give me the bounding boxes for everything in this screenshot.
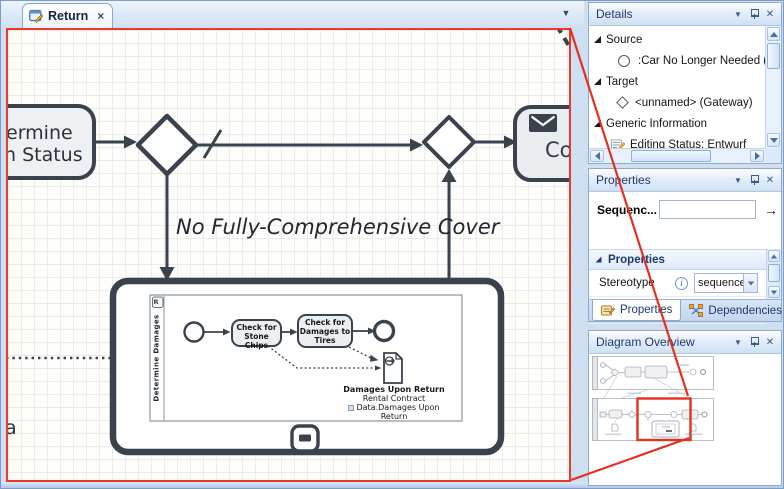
sequence-name-input[interactable] bbox=[659, 200, 756, 219]
properties-tab-icon bbox=[601, 304, 615, 317]
sequence-flow-default[interactable] bbox=[196, 130, 423, 158]
diagram-canvas[interactable]: ermine n Status No Fully-Comprehensive C… bbox=[6, 28, 571, 482]
tab-dependencies[interactable]: Dependencies bbox=[681, 300, 784, 321]
properties-close-icon[interactable]: ✕ bbox=[762, 173, 778, 188]
diagram-tab-icon bbox=[29, 9, 43, 23]
sequence-flow-1[interactable] bbox=[94, 136, 137, 149]
scrollbar-corner bbox=[765, 148, 781, 163]
properties-title-bar[interactable]: Properties ▼ ✕ bbox=[589, 169, 781, 192]
sub-task1-label: Check for Stone Chips bbox=[232, 323, 281, 350]
details-pin-icon[interactable] bbox=[746, 7, 762, 22]
details-panel: Details ▼ ✕ Source :Car No Longer Needed… bbox=[588, 2, 782, 164]
subprocess-lane-label: Determine Damages bbox=[150, 295, 164, 421]
tab-title: Return bbox=[48, 9, 88, 23]
details-section-generic[interactable]: Generic Information bbox=[589, 114, 765, 133]
sub-end-event[interactable] bbox=[375, 322, 394, 341]
clipped-label-fragment: a bbox=[6, 417, 17, 439]
details-horizontal-scrollbar[interactable] bbox=[589, 148, 765, 163]
overview-body[interactable] bbox=[589, 354, 781, 485]
tab-properties[interactable]: Properties bbox=[592, 300, 681, 321]
go-arrow-button[interactable]: → bbox=[764, 202, 778, 218]
overview-title: Diagram Overview bbox=[596, 335, 695, 349]
sequence-field-label: Sequenc... bbox=[597, 203, 653, 217]
subprocess-collapse-marker[interactable] bbox=[292, 426, 318, 451]
task-label-fragment-1: ermine bbox=[6, 122, 73, 144]
dashed-flow-fragment bbox=[557, 30, 569, 56]
details-item-source[interactable]: :Car No Longer Needed (E bbox=[589, 49, 765, 72]
subprocess-determine-damages[interactable] bbox=[113, 281, 501, 452]
properties-title: Properties bbox=[596, 173, 651, 187]
diagram-overview-panel: Diagram Overview ▼ ✕ bbox=[588, 330, 782, 486]
sequence-flow-no-cover[interactable] bbox=[160, 174, 175, 281]
combo-dropdown-icon[interactable] bbox=[743, 274, 757, 292]
overview-menu-icon[interactable]: ▼ bbox=[730, 335, 746, 350]
sub-start-event[interactable] bbox=[185, 323, 204, 342]
event-circle-icon bbox=[618, 55, 630, 67]
sequence-flow-2[interactable] bbox=[474, 136, 517, 149]
tab-return[interactable]: Return × bbox=[22, 3, 113, 28]
scroll-right-button[interactable] bbox=[750, 150, 764, 162]
sub-task2-label: Check for Damages to Tires bbox=[298, 318, 352, 345]
tab-close-icon[interactable]: × bbox=[97, 9, 104, 23]
details-title: Details bbox=[596, 7, 633, 21]
gateway-1[interactable] bbox=[138, 116, 196, 174]
overview-pool-1 bbox=[593, 357, 714, 390]
overview-pool-2 bbox=[593, 399, 714, 441]
properties-pin-icon[interactable] bbox=[746, 173, 762, 188]
tab-overflow-dropdown-icon[interactable]: ▼ bbox=[558, 6, 574, 20]
scroll-up-button[interactable] bbox=[768, 250, 780, 262]
details-section-source[interactable]: Source bbox=[589, 30, 765, 49]
scroll-thumb[interactable] bbox=[768, 264, 780, 282]
task-label-fragment-2: n Status bbox=[6, 144, 83, 166]
details-title-bar[interactable]: Details ▼ ✕ bbox=[589, 3, 781, 26]
gateway-diamond-icon bbox=[616, 96, 629, 109]
scroll-down-button[interactable] bbox=[767, 133, 780, 147]
subprocess-badge-letter: R bbox=[154, 298, 159, 306]
expander-icon[interactable] bbox=[594, 78, 601, 85]
details-section-target[interactable]: Target bbox=[589, 72, 765, 91]
editing-status-icon bbox=[611, 139, 625, 149]
details-tree[interactable]: Source :Car No Longer Needed (E Target <… bbox=[589, 26, 765, 148]
properties-grid: Properties Stereotype i sequence uses Gl… bbox=[589, 249, 766, 299]
properties-bottom-tabs: Properties Dependencies bbox=[589, 299, 781, 321]
flow-condition-label: No Fully-Comprehensive Cover bbox=[176, 215, 499, 239]
scroll-thumb[interactable] bbox=[631, 150, 711, 162]
properties-panel: Properties ▼ ✕ Sequenc... → Properties S… bbox=[588, 168, 782, 322]
details-close-icon[interactable]: ✕ bbox=[762, 7, 778, 22]
overview-thumbnail[interactable] bbox=[592, 355, 717, 443]
overview-pin-icon[interactable] bbox=[746, 335, 762, 350]
scroll-down-button[interactable] bbox=[768, 286, 780, 298]
data-object-labels: Damages Upon Return Rental Contract Data… bbox=[330, 385, 458, 421]
expander-icon[interactable] bbox=[594, 120, 601, 127]
dependencies-tab-icon bbox=[689, 304, 703, 317]
property-row-stereotype[interactable]: Stereotype i sequence bbox=[589, 270, 766, 297]
grid-scrollbar[interactable] bbox=[766, 249, 781, 299]
expander-icon[interactable] bbox=[594, 36, 601, 43]
scroll-thumb[interactable] bbox=[767, 43, 780, 69]
data-type-icon bbox=[348, 405, 354, 411]
scroll-left-button[interactable] bbox=[590, 150, 604, 162]
bpmn-diagram-graphics bbox=[8, 30, 569, 480]
properties-menu-icon[interactable]: ▼ bbox=[730, 173, 746, 188]
message-task-label-fragment: Co bbox=[545, 138, 571, 162]
details-menu-icon[interactable]: ▼ bbox=[730, 7, 746, 22]
expander-icon[interactable] bbox=[596, 257, 602, 263]
info-icon[interactable]: i bbox=[675, 277, 688, 290]
details-vertical-scrollbar[interactable] bbox=[765, 26, 781, 148]
data-object-damages-upon-return[interactable] bbox=[384, 353, 402, 383]
gateway-2[interactable] bbox=[424, 117, 474, 167]
overview-close-icon[interactable]: ✕ bbox=[762, 335, 778, 350]
scroll-up-button[interactable] bbox=[767, 27, 780, 41]
overview-title-bar[interactable]: Diagram Overview ▼ ✕ bbox=[589, 331, 781, 354]
details-item-target[interactable]: <unnamed> (Gateway) bbox=[589, 91, 765, 114]
details-item-editing-status[interactable]: Editing Status: Entwurf bbox=[589, 133, 765, 148]
stereotype-combobox[interactable]: sequence bbox=[694, 273, 758, 293]
properties-group-header[interactable]: Properties bbox=[589, 250, 766, 270]
